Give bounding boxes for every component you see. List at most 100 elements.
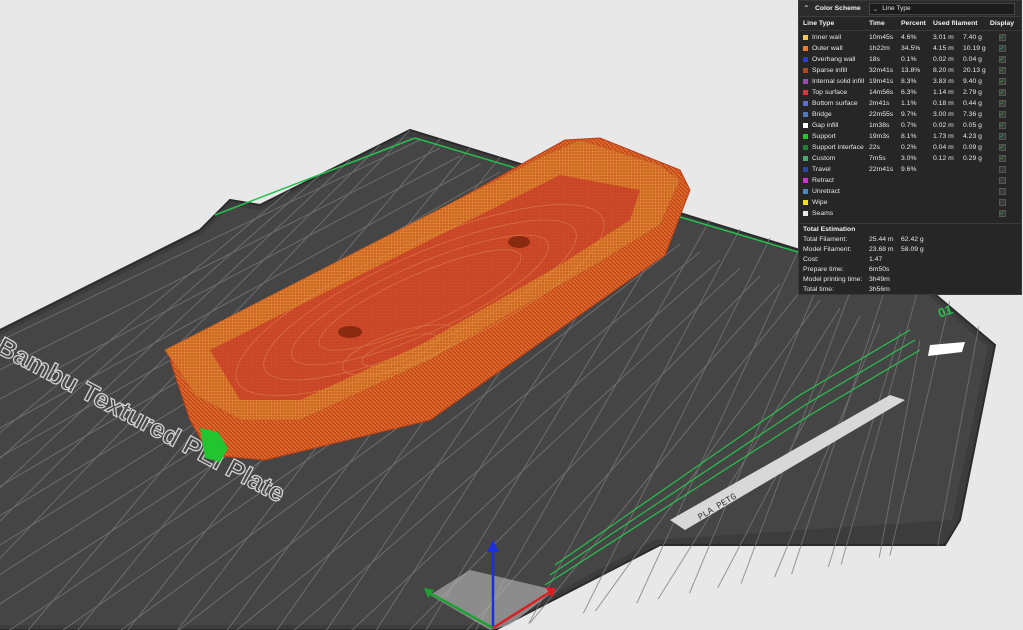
estimation-value-secondary <box>901 275 941 285</box>
line-time: 19m3s <box>869 133 890 140</box>
line-percent: 0.7% <box>901 122 917 129</box>
display-toggle[interactable]: ✓ <box>991 78 1013 85</box>
color-scheme-legend[interactable]: ⌃ Color Scheme ⌄ Line Type Line Type Tim… <box>798 0 1022 295</box>
line-time: 7m5s <box>869 155 886 162</box>
line-length: 3.01 m <box>933 34 954 41</box>
display-toggle[interactable]: ✓ <box>991 177 1013 184</box>
line-time: 22m55s <box>869 111 894 118</box>
display-toggle[interactable]: ✓ <box>991 188 1013 195</box>
checkbox-check-icon[interactable]: ✓ <box>998 177 1006 184</box>
line-type-cell: Inner wall <box>803 34 869 41</box>
color-swatch <box>803 90 808 95</box>
line-time: 10m45s <box>869 34 894 41</box>
checkbox-check-icon[interactable]: ✓ <box>998 56 1006 63</box>
color-swatch <box>803 57 808 62</box>
display-toggle[interactable]: ✓ <box>991 133 1013 140</box>
checkbox-check-icon[interactable]: ✓ <box>998 100 1006 107</box>
checkbox-check-icon[interactable]: ✓ <box>998 155 1006 162</box>
line-percent: 34.5% <box>901 45 921 52</box>
line-type-name: Travel <box>812 166 831 173</box>
model-hole <box>508 236 530 248</box>
display-toggle[interactable]: ✓ <box>991 210 1013 217</box>
display-toggle[interactable]: ✓ <box>991 144 1013 151</box>
display-toggle[interactable]: ✓ <box>991 122 1013 129</box>
checkbox-check-icon[interactable]: ✓ <box>998 122 1006 129</box>
line-type-name: Overhang wall <box>812 56 856 63</box>
estimation-row: Total Filament: 25.44 m 62.42 g <box>799 235 1021 245</box>
legend-row: Inner wall 10m45s 4.6% 3.01 m 7.40 g ✓ <box>799 32 1021 43</box>
checkbox-check-icon[interactable]: ✓ <box>998 199 1006 206</box>
line-time: 18s <box>869 56 880 63</box>
legend-row: Top surface 14m56s 6.3% 1.14 m 2.79 g ✓ <box>799 87 1021 98</box>
legend-header: ⌃ Color Scheme ⌄ Line Type <box>799 1 1021 17</box>
display-toggle[interactable]: ✓ <box>991 111 1013 118</box>
checkbox-check-icon[interactable]: ✓ <box>998 188 1006 195</box>
legend-row: Support 19m3s 8.1% 1.73 m 4.23 g ✓ <box>799 131 1021 142</box>
line-weight: 20.13 g <box>963 67 986 74</box>
line-weight: 10.19 g <box>963 45 986 52</box>
checkbox-check-icon[interactable]: ✓ <box>998 45 1006 52</box>
line-type-cell: Top surface <box>803 89 869 96</box>
color-swatch <box>803 112 808 117</box>
line-length: 3.83 m <box>933 78 954 85</box>
line-time: 22m41s <box>869 166 894 173</box>
checkbox-check-icon[interactable]: ✓ <box>998 144 1006 151</box>
color-swatch <box>803 189 808 194</box>
line-percent: 0.1% <box>901 56 917 63</box>
line-length: 8.20 m <box>933 67 954 74</box>
legend-row: Sparse infill 32m41s 13.8% 8.20 m 20.13 g ✓ <box>799 65 1021 76</box>
estimation-value: 25.44 m <box>869 236 894 243</box>
line-type-name: Top surface <box>812 89 848 96</box>
line-type-name: Unretract <box>812 188 840 195</box>
display-toggle[interactable]: ✓ <box>991 100 1013 107</box>
checkbox-check-icon[interactable]: ✓ <box>998 78 1006 85</box>
line-percent: 1.1% <box>901 100 917 107</box>
checkbox-check-icon[interactable]: ✓ <box>998 133 1006 140</box>
display-toggle[interactable]: ✓ <box>991 56 1013 63</box>
line-type-cell: Custom <box>803 155 869 162</box>
display-toggle[interactable]: ✓ <box>991 89 1013 96</box>
color-scheme-dropdown[interactable]: ⌄ Line Type <box>868 2 1015 15</box>
estimation-row: Cost: 1.47 <box>799 255 1021 265</box>
display-toggle[interactable]: ✓ <box>991 67 1013 74</box>
line-length: 1.14 m <box>933 89 954 96</box>
collapse-chevron-icon[interactable]: ⌃ <box>803 4 815 13</box>
line-type-name: Bottom surface <box>812 100 858 107</box>
legend-column-headers: Line Type Time Percent Used filament Dis… <box>799 17 1021 31</box>
checkbox-check-icon[interactable]: ✓ <box>998 67 1006 74</box>
estimation-row: Model Filament: 23.68 m 58.09 g <box>799 245 1021 255</box>
legend-row: Unretract ✓ <box>799 186 1021 197</box>
line-time: 22s <box>869 144 880 151</box>
line-type-name: Bridge <box>812 111 832 118</box>
checkbox-check-icon[interactable]: ✓ <box>998 166 1006 173</box>
line-length: 0.02 m <box>933 56 954 63</box>
display-toggle[interactable]: ✓ <box>991 45 1013 52</box>
estimation-value: 3h49m <box>869 276 890 283</box>
line-type-cell: Sparse infill <box>803 67 869 74</box>
legend-row: Support interface 22s 0.2% 0.04 m 0.09 g ✓ <box>799 142 1021 153</box>
checkbox-check-icon[interactable]: ✓ <box>998 111 1006 118</box>
line-percent: 9.6% <box>901 166 917 173</box>
estimation-label: Prepare time: <box>803 266 844 273</box>
line-type-cell: Bridge <box>803 111 869 118</box>
display-toggle[interactable]: ✓ <box>991 166 1013 173</box>
color-swatch <box>803 156 808 161</box>
checkbox-check-icon[interactable]: ✓ <box>998 89 1006 96</box>
line-weight: 2.79 g <box>963 89 982 96</box>
display-toggle[interactable]: ✓ <box>991 155 1013 162</box>
color-swatch <box>803 167 808 172</box>
line-length: 1.73 m <box>933 133 954 140</box>
line-percent: 8.1% <box>901 133 917 140</box>
checkbox-check-icon[interactable]: ✓ <box>998 34 1006 41</box>
line-weight: 0.09 g <box>963 144 982 151</box>
display-toggle[interactable]: ✓ <box>991 199 1013 206</box>
line-weight: 0.29 g <box>963 155 982 162</box>
legend-title: Color Scheme <box>815 5 861 12</box>
line-type-name: Seams <box>812 210 834 217</box>
display-toggle[interactable]: ✓ <box>991 34 1013 41</box>
checkbox-check-icon[interactable]: ✓ <box>998 210 1006 217</box>
color-swatch <box>803 79 808 84</box>
header-time: Time <box>869 20 885 27</box>
estimation-value-secondary <box>901 255 941 265</box>
line-weight: 7.40 g <box>963 34 982 41</box>
